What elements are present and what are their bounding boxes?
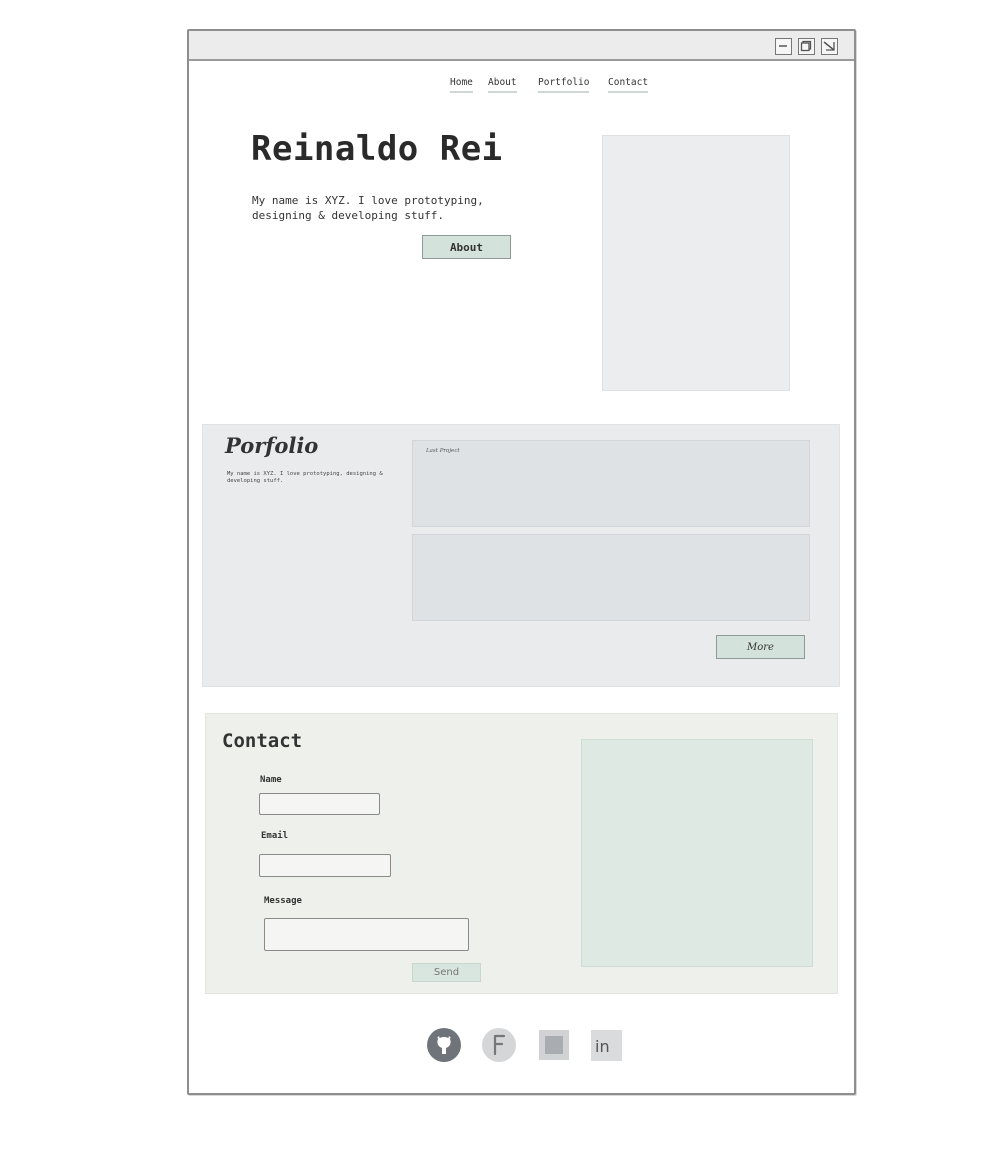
social-links: in: [426, 1027, 636, 1067]
send-button[interactable]: Send: [412, 963, 481, 982]
svg-text:in: in: [595, 1037, 610, 1056]
facebook-icon[interactable]: [481, 1027, 517, 1063]
portfolio-description: My name is XYZ. I love prototyping, desi…: [227, 471, 383, 484]
portfolio-section: Porfolio My name is XYZ. I love prototyp…: [202, 424, 840, 687]
name-field[interactable]: [259, 793, 380, 815]
more-button[interactable]: More: [716, 635, 805, 659]
nav-item-about[interactable]: About: [488, 77, 517, 93]
instagram-icon[interactable]: [536, 1027, 572, 1063]
nav-item-portfolio[interactable]: Portfolio: [538, 77, 590, 93]
hero-image-placeholder: [602, 135, 790, 391]
minimize-icon[interactable]: [775, 38, 792, 55]
email-field[interactable]: [259, 854, 391, 877]
linkedin-icon[interactable]: in: [588, 1027, 624, 1063]
project-card[interactable]: [412, 534, 810, 621]
browser-window: Home About Portfolio Contact Reinaldo Re…: [187, 29, 856, 1095]
about-button[interactable]: About: [422, 235, 511, 259]
message-field[interactable]: [264, 918, 469, 951]
nav-item-contact[interactable]: Contact: [608, 77, 649, 93]
contact-map-placeholder: [581, 739, 813, 967]
contact-title: Contact: [222, 730, 303, 752]
top-navigation: Home About Portfolio Contact: [189, 77, 854, 97]
close-icon[interactable]: [821, 38, 838, 55]
project-card[interactable]: Last Project: [412, 440, 810, 527]
name-label: Name: [260, 775, 282, 785]
github-icon[interactable]: [426, 1027, 462, 1063]
hero-title: Reinaldo Rei: [251, 129, 503, 169]
maximize-icon[interactable]: [798, 38, 815, 55]
hero-description: My name is XYZ. I love prototyping, desi…: [252, 194, 484, 222]
message-label: Message: [264, 896, 302, 906]
contact-section: Contact Name Email Message Send: [205, 713, 838, 994]
project-card-label: Last Project: [426, 448, 460, 454]
window-titlebar: [189, 31, 854, 61]
portfolio-title: Porfolio: [225, 433, 319, 458]
nav-item-home[interactable]: Home: [450, 77, 473, 93]
email-label: Email: [261, 831, 289, 841]
